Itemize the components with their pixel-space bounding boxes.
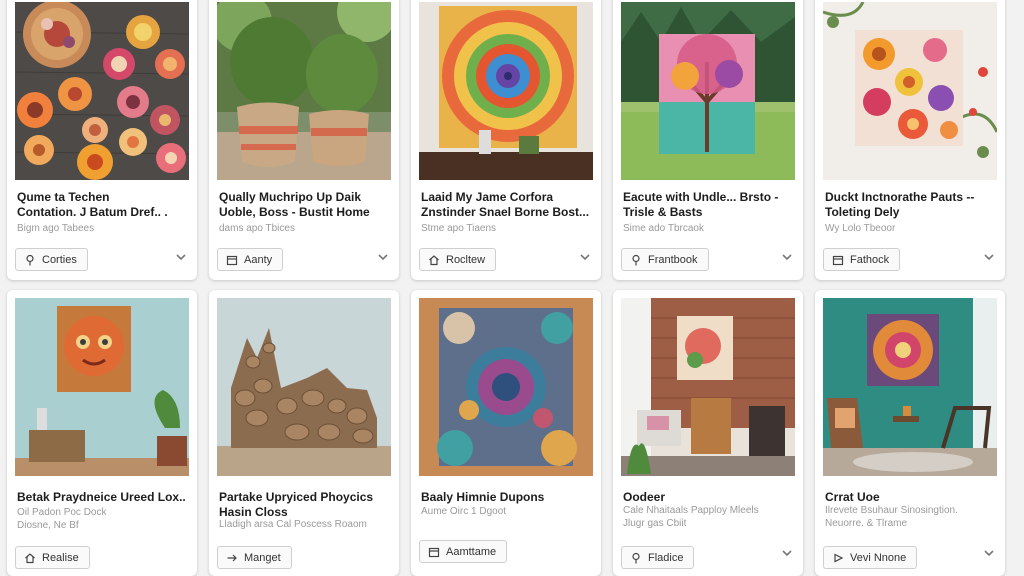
card-image[interactable] — [15, 298, 189, 476]
card-action-button[interactable]: Aanty — [217, 248, 284, 271]
card-image[interactable] — [217, 298, 391, 476]
card[interactable]: Eacute with Undle... Brsto - Trisle & Ba… — [613, 0, 803, 280]
card-title[interactable]: Qually Muchripo Up Daik Uoble, Boss - Bu… — [219, 190, 391, 220]
card-action-label: Fathock — [850, 253, 890, 266]
card-action-label: Manget — [244, 551, 281, 564]
card-title[interactable]: Duckt Inctnorathe Pauts -- Toleting Dely — [825, 190, 997, 220]
pin-icon — [632, 552, 640, 563]
card-meta: dams apo Tbices — [219, 223, 295, 234]
calendar-icon — [428, 547, 440, 557]
card-action-label: Vevi Nnone — [850, 551, 907, 564]
home-icon — [25, 552, 35, 563]
card-action-button[interactable]: Aamttame — [419, 540, 508, 563]
card-action-label: Aanty — [244, 253, 273, 266]
calendar-icon — [226, 255, 238, 265]
card-image[interactable] — [217, 2, 391, 180]
home-icon — [429, 254, 439, 265]
card[interactable]: Crrat Uoe Ilrevete Bsuhaur Sinosingtion.… — [815, 290, 1005, 576]
chevron-down-icon[interactable] — [781, 548, 793, 558]
card[interactable]: Oodeer Cale Nhaitaals Papploy Mleels Jlu… — [613, 290, 803, 576]
card[interactable]: Duckt Inctnorathe Pauts -- Toleting Dely… — [815, 0, 1005, 280]
card-action-button[interactable]: Fathock — [823, 248, 901, 271]
card-action-button[interactable]: Rocltew — [419, 248, 497, 271]
card-action-button[interactable]: Corties — [15, 248, 88, 271]
pin-icon — [632, 254, 640, 265]
card-action-button[interactable]: Manget — [217, 546, 292, 569]
card-action-label: Rocltew — [446, 253, 486, 266]
chevron-down-icon[interactable] — [377, 252, 389, 262]
card-title[interactable]: Partake Upryiced Phoycics Hasin Closs — [219, 490, 391, 520]
chevron-down-icon[interactable] — [781, 252, 793, 262]
card-action-button[interactable]: Vevi Nnone — [823, 546, 918, 569]
card-image[interactable] — [621, 298, 795, 476]
card-meta: Sime ado Tbrcaok — [623, 223, 704, 234]
pin-grid: Qume ta Techen Contation. J Batum Dref..… — [7, 0, 1017, 576]
card-meta: Bigm ago Tabees — [17, 223, 95, 234]
card-action-label: Corties — [42, 253, 77, 266]
card-meta: Cale Nhaitaals Papploy Mleels Jlugr gas … — [623, 505, 759, 529]
card-meta: Wy Lolo Tbeoor — [825, 223, 896, 234]
video-icon — [834, 553, 844, 562]
card-image[interactable] — [419, 298, 593, 476]
card-meta: Aume Oirc 1 Dgoot — [421, 506, 507, 517]
card-title[interactable]: Laaid My Jame Corfora Znstinder Snael Bo… — [421, 190, 593, 220]
card-title[interactable]: Eacute with Undle... Brsto - Trisle & Ba… — [623, 190, 795, 220]
chevron-down-icon[interactable] — [579, 252, 591, 262]
card-title[interactable]: Baaly Himnie Dupons — [421, 490, 593, 505]
card-action-button[interactable]: Fladice — [621, 546, 695, 569]
card-action-label: Realise — [42, 551, 79, 564]
card-image[interactable] — [823, 298, 997, 476]
card-title[interactable]: Betak Praydneice Ureed Lox.. — [17, 490, 189, 505]
card-meta: Stme apo Tiaens — [421, 223, 497, 234]
card-action-button[interactable]: Realise — [15, 546, 90, 569]
card-image[interactable] — [621, 2, 795, 180]
arrow-icon — [227, 554, 237, 561]
card-image[interactable] — [419, 2, 593, 180]
card-image[interactable] — [823, 2, 997, 180]
pin-icon — [26, 254, 34, 265]
chevron-down-icon[interactable] — [983, 252, 995, 262]
card-title[interactable]: Oodeer — [623, 490, 795, 505]
card-action-button[interactable]: Frantbook — [621, 248, 709, 271]
card-meta: Oil Padon Poc Dock Diosne, Ne Bf — [17, 507, 107, 531]
card-action-label: Frantbook — [648, 253, 698, 266]
calendar-icon — [832, 255, 844, 265]
chevron-down-icon[interactable] — [175, 252, 187, 262]
card[interactable]: Qume ta Techen Contation. J Batum Dref..… — [7, 0, 197, 280]
card[interactable]: Baaly Himnie Dupons Aume Oirc 1 Dgoot Aa… — [411, 290, 601, 576]
chevron-down-icon[interactable] — [983, 548, 995, 558]
card[interactable]: Qually Muchripo Up Daik Uoble, Boss - Bu… — [209, 0, 399, 280]
card-title[interactable]: Crrat Uoe — [825, 490, 997, 505]
card-action-label: Fladice — [648, 551, 684, 564]
card-title[interactable]: Qume ta Techen Contation. J Batum Dref..… — [17, 190, 189, 220]
card[interactable]: Laaid My Jame Corfora Znstinder Snael Bo… — [411, 0, 601, 280]
card-meta: Ilrevete Bsuhaur Sinosingtion. Neuorre. … — [825, 505, 958, 529]
card[interactable]: Partake Upryiced Phoycics Hasin Closs Ll… — [209, 290, 399, 576]
card-image[interactable] — [15, 2, 189, 180]
card[interactable]: Betak Praydneice Ureed Lox.. Oil Padon P… — [7, 290, 197, 576]
card-meta: Lladigh arsa Cal Poscess Roaom — [219, 519, 367, 530]
card-action-label: Aamttame — [446, 545, 497, 558]
